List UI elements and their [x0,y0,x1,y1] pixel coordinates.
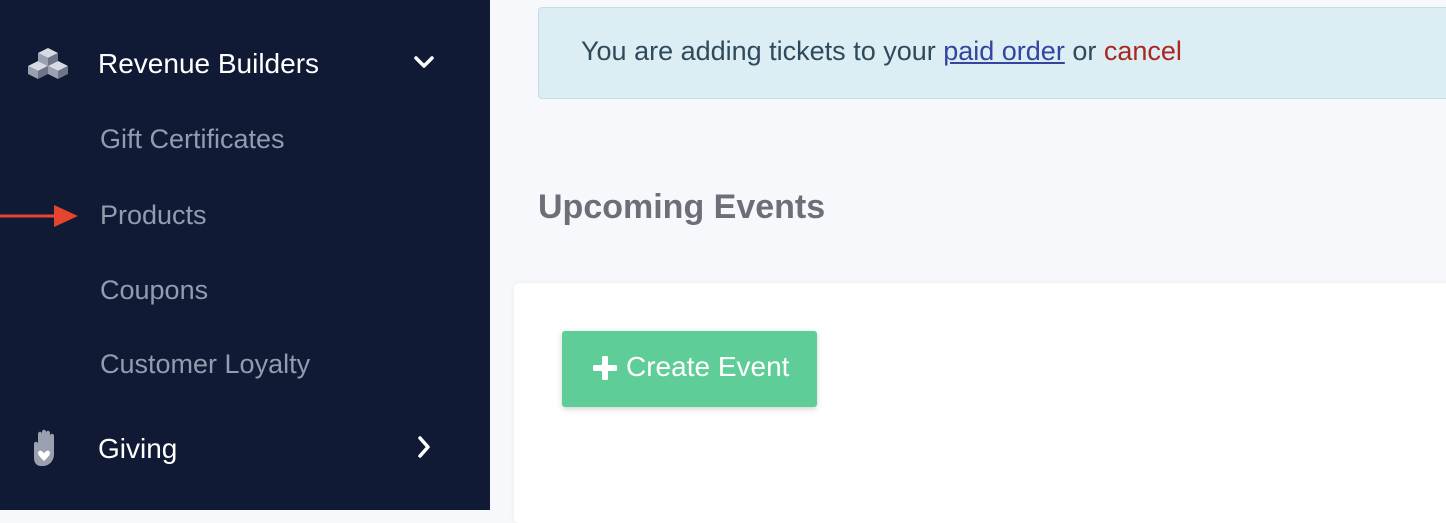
sidebar-item-gift-certificates[interactable]: Gift Certificates [100,124,285,155]
sidebar: Revenue Builders Gift Certificates Produ… [0,0,490,510]
alert-text-middle: or [1064,36,1104,66]
create-event-button[interactable]: Create Event [562,331,817,407]
sidebar-section-label: Revenue Builders [98,48,320,79]
alert-text-before: You are adding tickets to your [581,36,944,66]
page-title: Upcoming Events [538,188,826,226]
alert-message: You are adding tickets to your paid orde… [581,36,1182,67]
info-alert: You are adding tickets to your paid orde… [538,7,1446,99]
sidebar-section-label: Giving [98,433,178,464]
boxes-icon [28,44,68,84]
sidebar-section-revenue-builders[interactable]: Revenue Builders [0,34,490,94]
chevron-right-icon[interactable] [410,433,438,461]
sidebar-section-giving[interactable]: Giving [0,420,490,480]
plus-icon [592,355,618,381]
sidebar-item-products[interactable]: Products [100,200,207,231]
sidebar-item-coupons[interactable]: Coupons [100,275,208,306]
arrow-right-icon [0,203,80,229]
create-event-label: Create Event [626,351,790,382]
chevron-down-icon[interactable] [410,48,438,76]
cancel-link[interactable]: cancel [1104,36,1182,66]
sidebar-item-customer-loyalty[interactable]: Customer Loyalty [100,349,310,380]
paid-order-link[interactable]: paid order [943,36,1065,66]
hand-heart-icon [28,428,68,468]
